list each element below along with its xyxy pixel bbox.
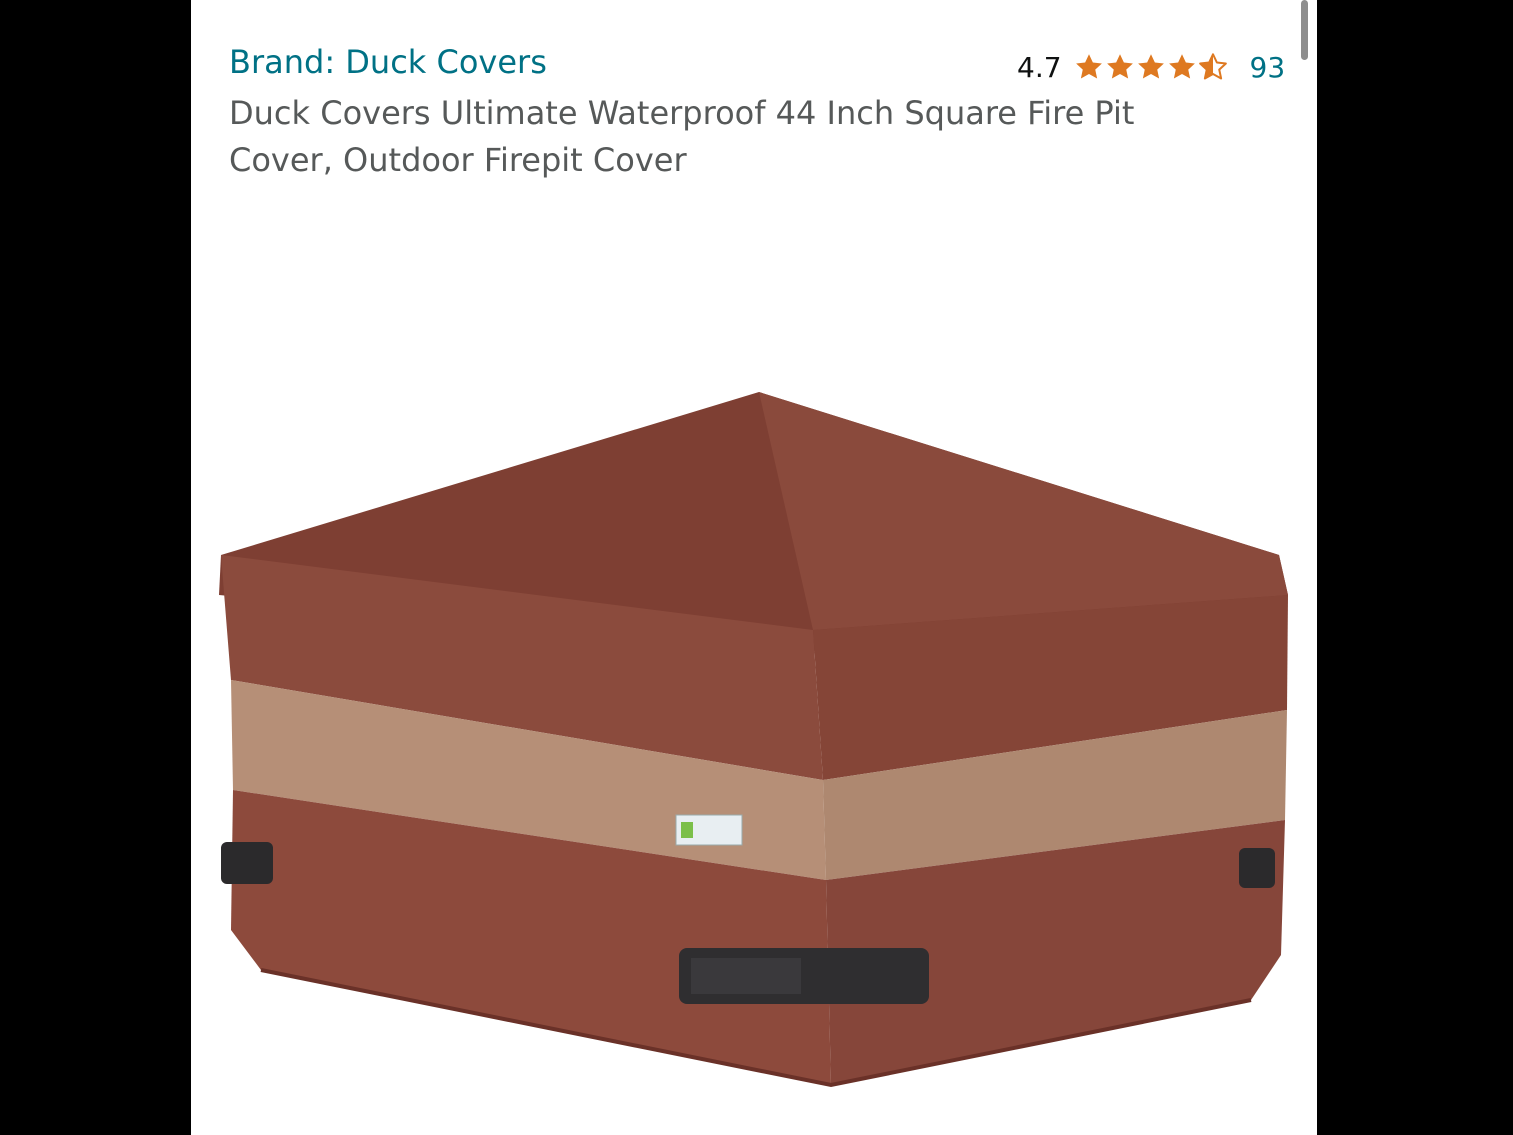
rating-value: 4.7 (1017, 50, 1062, 84)
product-image[interactable] (191, 380, 1317, 1100)
product-title: Duck Covers Ultimate Waterproof 44 Inch … (229, 94, 1135, 179)
product-page: Brand: Duck Covers 4.7 93 Duck Covers Ul… (191, 0, 1317, 1135)
rating-summary[interactable]: 4.7 93 (1017, 48, 1285, 86)
star-icon (1137, 54, 1164, 79)
scrollbar[interactable] (1301, 0, 1308, 60)
brand-link[interactable]: Brand: Duck Covers (229, 42, 547, 82)
review-count-link[interactable]: 93 (1250, 51, 1286, 84)
star-icon (1075, 54, 1102, 79)
star-icon (1168, 54, 1195, 79)
star-icon (1106, 54, 1133, 79)
star-rating[interactable] (1074, 52, 1228, 82)
half-star-icon (1198, 53, 1227, 80)
